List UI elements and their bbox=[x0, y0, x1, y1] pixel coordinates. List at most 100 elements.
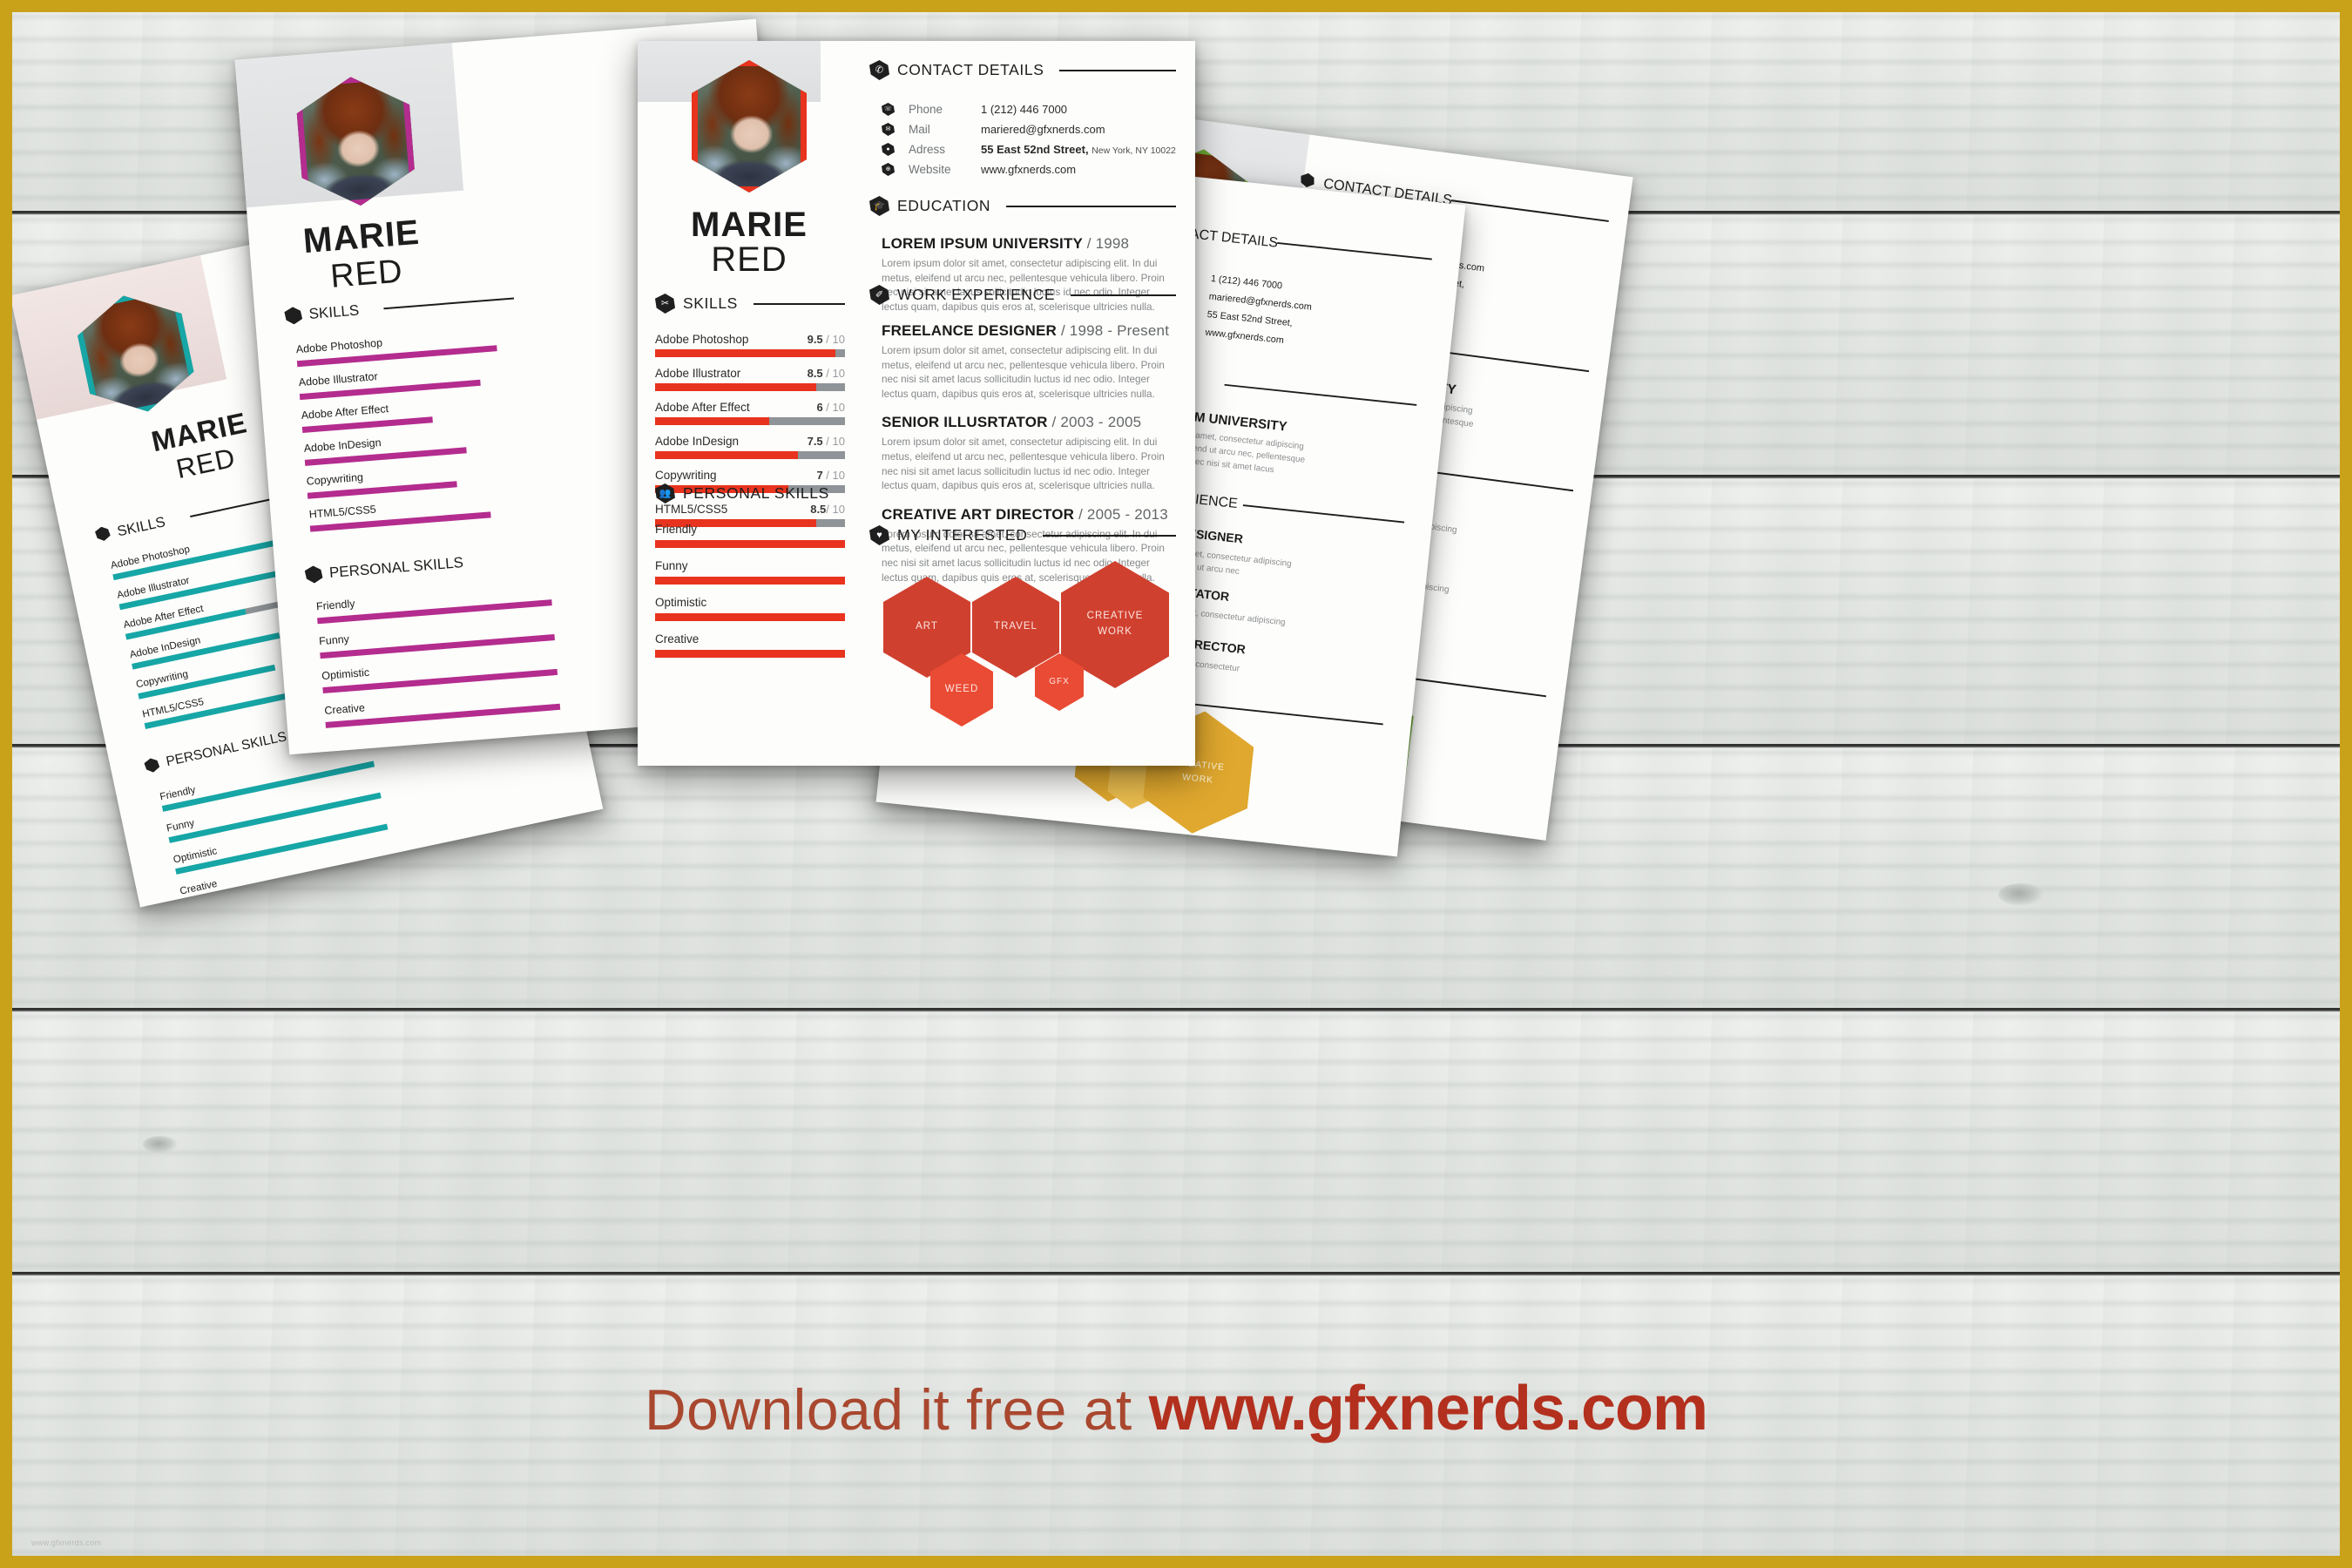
work-entry-meta: / 2005 - 2013 bbox=[1078, 505, 1168, 523]
interest-label: ART bbox=[916, 621, 938, 632]
interest-label: CREATIVE bbox=[1086, 611, 1144, 622]
personal-skill-bar bbox=[655, 650, 845, 658]
contact-value: 55 East 52nd Street, New York, NY 10022 bbox=[981, 143, 1176, 156]
skill-score: 8.5 / 10 bbox=[807, 367, 845, 380]
skill-row: Adobe InDesign 7.5 / 10 bbox=[655, 435, 845, 459]
yellow-contact-value: 55 East 52nd Street, bbox=[1206, 309, 1294, 329]
magenta-personal-label: Optimistic bbox=[321, 666, 370, 683]
divider bbox=[1071, 294, 1176, 296]
magenta-skill-label: Copywriting bbox=[306, 470, 364, 488]
divider bbox=[1043, 534, 1176, 537]
heart-icon: ♥ bbox=[869, 525, 889, 545]
people-icon: 👥 bbox=[655, 483, 675, 504]
address-city: New York, NY 10022 bbox=[1092, 145, 1176, 156]
magenta-personal-label: Funny bbox=[318, 632, 350, 648]
work-entry: SENIOR ILLUSRTATOR / 2003 - 2005 Lorem i… bbox=[882, 414, 1176, 493]
personal-skills-title: PERSONAL SKILLS bbox=[683, 484, 829, 502]
skill-name: Adobe InDesign bbox=[655, 435, 740, 448]
globe-icon: ⊕ bbox=[882, 163, 895, 176]
skill-bar bbox=[655, 383, 845, 391]
banner-site[interactable]: www.gfxnerds.com bbox=[1149, 1374, 1708, 1443]
interest-label: WEED bbox=[944, 684, 979, 695]
personal-skill-name: Funny bbox=[655, 559, 688, 572]
contact-section: ✆ CONTACT DETAILS ☏ Phone 1 (212) 446 70… bbox=[869, 60, 1176, 179]
personal-skill-bar bbox=[655, 613, 845, 621]
contact-title: CONTACT DETAILS bbox=[897, 61, 1044, 78]
contact-label: Mail bbox=[909, 123, 930, 136]
personal-skill-bar bbox=[655, 540, 845, 548]
magenta-first-name: MARIE bbox=[301, 213, 422, 261]
magenta-skill-label: Adobe Illustrator bbox=[298, 370, 379, 389]
work-entry-body: Lorem ipsum dolor sit amet, consectetur … bbox=[882, 436, 1165, 492]
interest-label: TRAVEL bbox=[994, 621, 1037, 632]
work-title: WORK EXPERIENCE bbox=[897, 286, 1056, 303]
work-entry-meta: / 2003 - 2005 bbox=[1051, 414, 1142, 431]
yellow-contact-value: mariered@gfxnerds.com bbox=[1208, 292, 1313, 313]
teal-personal-label: Funny bbox=[165, 816, 196, 835]
skill-row: Adobe Photoshop 9.5 / 10 bbox=[655, 333, 845, 357]
magenta-skill-label: Adobe InDesign bbox=[303, 436, 382, 455]
personal-skill-row: Creative bbox=[655, 632, 845, 658]
work-entry-meta: / 1998 - Present bbox=[1060, 322, 1170, 339]
mail-icon: ✉ bbox=[882, 123, 895, 136]
last-name: RED bbox=[711, 240, 787, 279]
skill-score: 6 / 10 bbox=[816, 401, 845, 414]
yellow-hex-work: WORK bbox=[1181, 772, 1214, 786]
skill-score: 7 / 10 bbox=[816, 469, 845, 482]
contact-value: www.gfxnerds.com bbox=[981, 163, 1077, 176]
first-name: MARIE bbox=[691, 206, 808, 244]
contact-label: Phone bbox=[909, 103, 943, 116]
magenta-personal-label: Friendly bbox=[315, 597, 355, 613]
teal-skills-title: SKILLS bbox=[115, 513, 167, 540]
address-street: 55 East 52nd Street, bbox=[981, 143, 1089, 156]
skill-name: Adobe Illustrator bbox=[655, 367, 741, 380]
education-entry-name: LOREM IPSUM UNIVERSITY bbox=[882, 235, 1083, 252]
personal-skill-name: Friendly bbox=[655, 523, 698, 536]
briefcase-icon: ✐ bbox=[869, 285, 889, 305]
work-entry-name: SENIOR ILLUSRTATOR bbox=[882, 414, 1048, 431]
skills-title: SKILLS bbox=[683, 294, 738, 312]
skill-bar bbox=[655, 451, 845, 459]
location-pin-icon: ● bbox=[882, 143, 895, 156]
skill-row: Adobe After Effect 6 / 10 bbox=[655, 401, 845, 425]
download-banner: Download it free at www.gfxnerds.com bbox=[12, 1373, 2340, 1444]
personal-skill-row: Optimistic bbox=[655, 596, 845, 621]
personal-skill-bar bbox=[655, 577, 845, 585]
personal-skill-row: Funny bbox=[655, 559, 845, 585]
personal-skills-section: 👥 PERSONAL SKILLS Friendly Funny Optimis… bbox=[655, 483, 845, 669]
magenta-skill-label: Adobe Photoshop bbox=[295, 336, 383, 356]
skill-bar bbox=[655, 417, 845, 425]
contact-row: ⊕ Website www.gfxnerds.com bbox=[882, 159, 1176, 179]
tools-icon: ✂ bbox=[655, 294, 675, 314]
divider bbox=[1059, 69, 1176, 71]
contact-label: Adress bbox=[909, 143, 946, 156]
interests-section: ♥ MY INTERESTED ART TRAVEL CREATIVE WORK… bbox=[869, 525, 1176, 730]
interest-label: WORK bbox=[1098, 626, 1132, 637]
page-title: MARIE RED bbox=[657, 206, 841, 279]
contact-label: Website bbox=[909, 163, 951, 176]
magenta-last-name: RED bbox=[328, 253, 405, 295]
red-resume[interactable]: MARIE RED ✆ CONTACT DETAILS ☏ Phone 1 (2… bbox=[638, 41, 1195, 766]
work-entry-name: CREATIVE ART DIRECTOR bbox=[882, 505, 1075, 523]
personal-skill-row: Friendly bbox=[655, 523, 845, 548]
education-entry-meta: / 1998 bbox=[1086, 235, 1130, 252]
magenta-skills-title: SKILLS bbox=[308, 301, 360, 322]
skill-name: Copywriting bbox=[655, 469, 717, 482]
skill-name: Adobe After Effect bbox=[655, 401, 750, 414]
skill-name: Adobe Photoshop bbox=[655, 333, 749, 346]
education-title: EDUCATION bbox=[897, 197, 991, 214]
magenta-skill-label: Adobe After Effect bbox=[301, 402, 389, 422]
watermark: www.gfxnerds.com bbox=[31, 1538, 102, 1547]
interest-label: GFX bbox=[1049, 677, 1070, 687]
personal-skill-name: Optimistic bbox=[655, 596, 707, 609]
skill-bar bbox=[655, 349, 845, 357]
contact-value: mariered@gfxnerds.com bbox=[981, 123, 1105, 136]
work-entry: FREELANCE DESIGNER / 1998 - Present Lore… bbox=[882, 322, 1176, 402]
yellow-contact-value: www.gfxnerds.com bbox=[1204, 328, 1285, 346]
contact-row: ☏ Phone 1 (212) 446 7000 bbox=[882, 99, 1176, 119]
skill-row: Adobe Illustrator 8.5 / 10 bbox=[655, 367, 845, 391]
contact-value: 1 (212) 446 7000 bbox=[981, 103, 1068, 116]
magenta-personal-label: Creative bbox=[323, 701, 366, 717]
work-entry-name: FREELANCE DESIGNER bbox=[882, 322, 1058, 339]
divider bbox=[1006, 205, 1176, 207]
